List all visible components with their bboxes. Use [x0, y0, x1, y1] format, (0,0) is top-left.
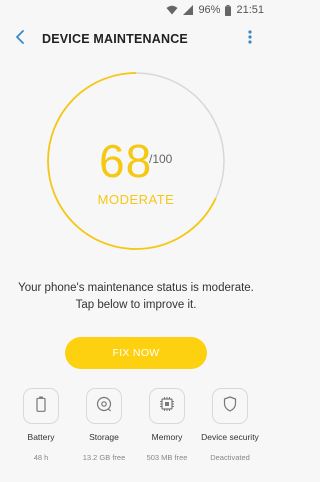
storage-label: Storage — [89, 432, 119, 442]
screen: 96% 21:51 DEVICE MAINTENANCE 68 /100 MOD… — [0, 0, 272, 482]
clock: 21:51 — [236, 4, 264, 16]
battery-label: Battery — [27, 432, 55, 442]
battery-icon-box — [23, 388, 59, 424]
back-button[interactable] — [0, 20, 40, 58]
device-security-label: Device security — [201, 432, 259, 442]
battery-percent: 96% — [198, 4, 221, 16]
score-value: 68 — [99, 135, 153, 187]
device-security-item[interactable]: Device security Deactivated — [196, 388, 264, 462]
battery-item[interactable]: Battery 48 h — [7, 388, 75, 462]
storage-icon-box — [86, 388, 122, 424]
page-title: DEVICE MAINTENANCE — [42, 32, 188, 46]
more-vert-icon — [248, 29, 252, 49]
fix-now-button[interactable]: FIX NOW — [65, 337, 207, 369]
memory-value: 503 MB free — [146, 453, 188, 462]
device-security-value: Deactivated — [210, 453, 250, 462]
battery-icon — [36, 396, 46, 417]
status-battery-icon — [225, 4, 232, 16]
signal-icon — [183, 5, 194, 15]
storage-item[interactable]: Storage 13.2 GB free — [70, 388, 138, 462]
memory-chip-icon — [159, 396, 175, 417]
memory-label: Memory — [151, 432, 183, 442]
memory-item[interactable]: Memory 503 MB free — [133, 388, 201, 462]
app-header: DEVICE MAINTENANCE — [0, 20, 272, 58]
status-message-line-1: Your phone's maintenance status is moder… — [18, 282, 254, 294]
status-message-line-2: Tap below to improve it. — [75, 299, 197, 311]
storage-icon — [96, 396, 112, 417]
more-options-button[interactable] — [242, 20, 258, 58]
shield-icon — [223, 395, 237, 417]
chevron-left-icon — [15, 29, 25, 49]
memory-icon-box — [149, 388, 185, 424]
storage-value: 13.2 GB free — [82, 453, 126, 462]
status-message: Your phone's maintenance status is moder… — [10, 280, 262, 314]
wifi-icon — [166, 5, 178, 15]
battery-value: 48 h — [33, 453, 49, 462]
status-bar: 96% 21:51 — [0, 0, 272, 20]
score-status: MODERATE — [97, 192, 175, 207]
score-max: /100 — [149, 152, 173, 166]
security-icon-box — [212, 388, 248, 424]
